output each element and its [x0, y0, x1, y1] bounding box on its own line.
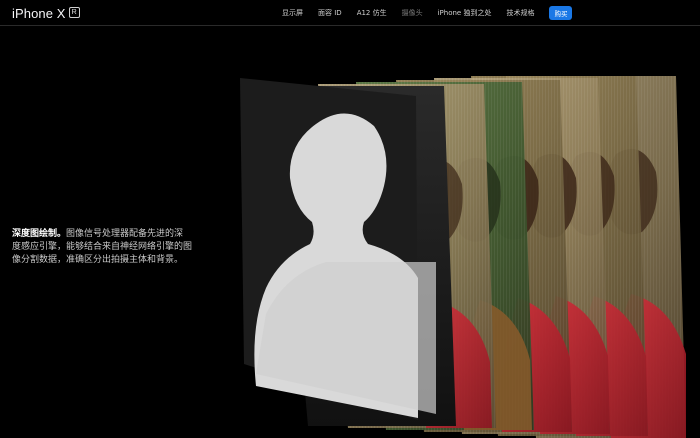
brand-name: iPhone X — [12, 5, 66, 21]
buy-button[interactable]: 购买 — [549, 6, 573, 20]
nav-link-camera[interactable]: 摄像头 — [402, 8, 423, 18]
feature-headline: 深度图绘制。 — [12, 229, 67, 239]
feature-description: 深度图绘制。图像信号处理器配备先进的深度感应引擎，能够结合来自神经网络引擎的图像… — [12, 228, 192, 267]
nav-link-specs[interactable]: 技术规格 — [506, 8, 534, 18]
nav-link-a12[interactable]: A12 仿生 — [357, 8, 387, 18]
depth-map-silhouette — [240, 78, 436, 420]
brand-logo[interactable]: iPhone X R — [12, 4, 80, 22]
nav-link-face-id[interactable]: 面容 ID — [318, 8, 342, 18]
brand-badge: R — [68, 6, 80, 18]
nav-link-display[interactable]: 显示屏 — [282, 8, 303, 18]
top-navigation: iPhone X R 显示屏 面容 ID A12 仿生 摄像头 iPhone 独… — [0, 0, 700, 26]
nav-link-highlights[interactable]: iPhone 独到之处 — [438, 8, 492, 18]
nav-links: 显示屏 面容 ID A12 仿生 摄像头 iPhone 独到之处 技术规格 购买 — [282, 0, 573, 26]
depth-layers-illustration — [240, 76, 686, 438]
depth-layers-visual — [236, 64, 700, 438]
